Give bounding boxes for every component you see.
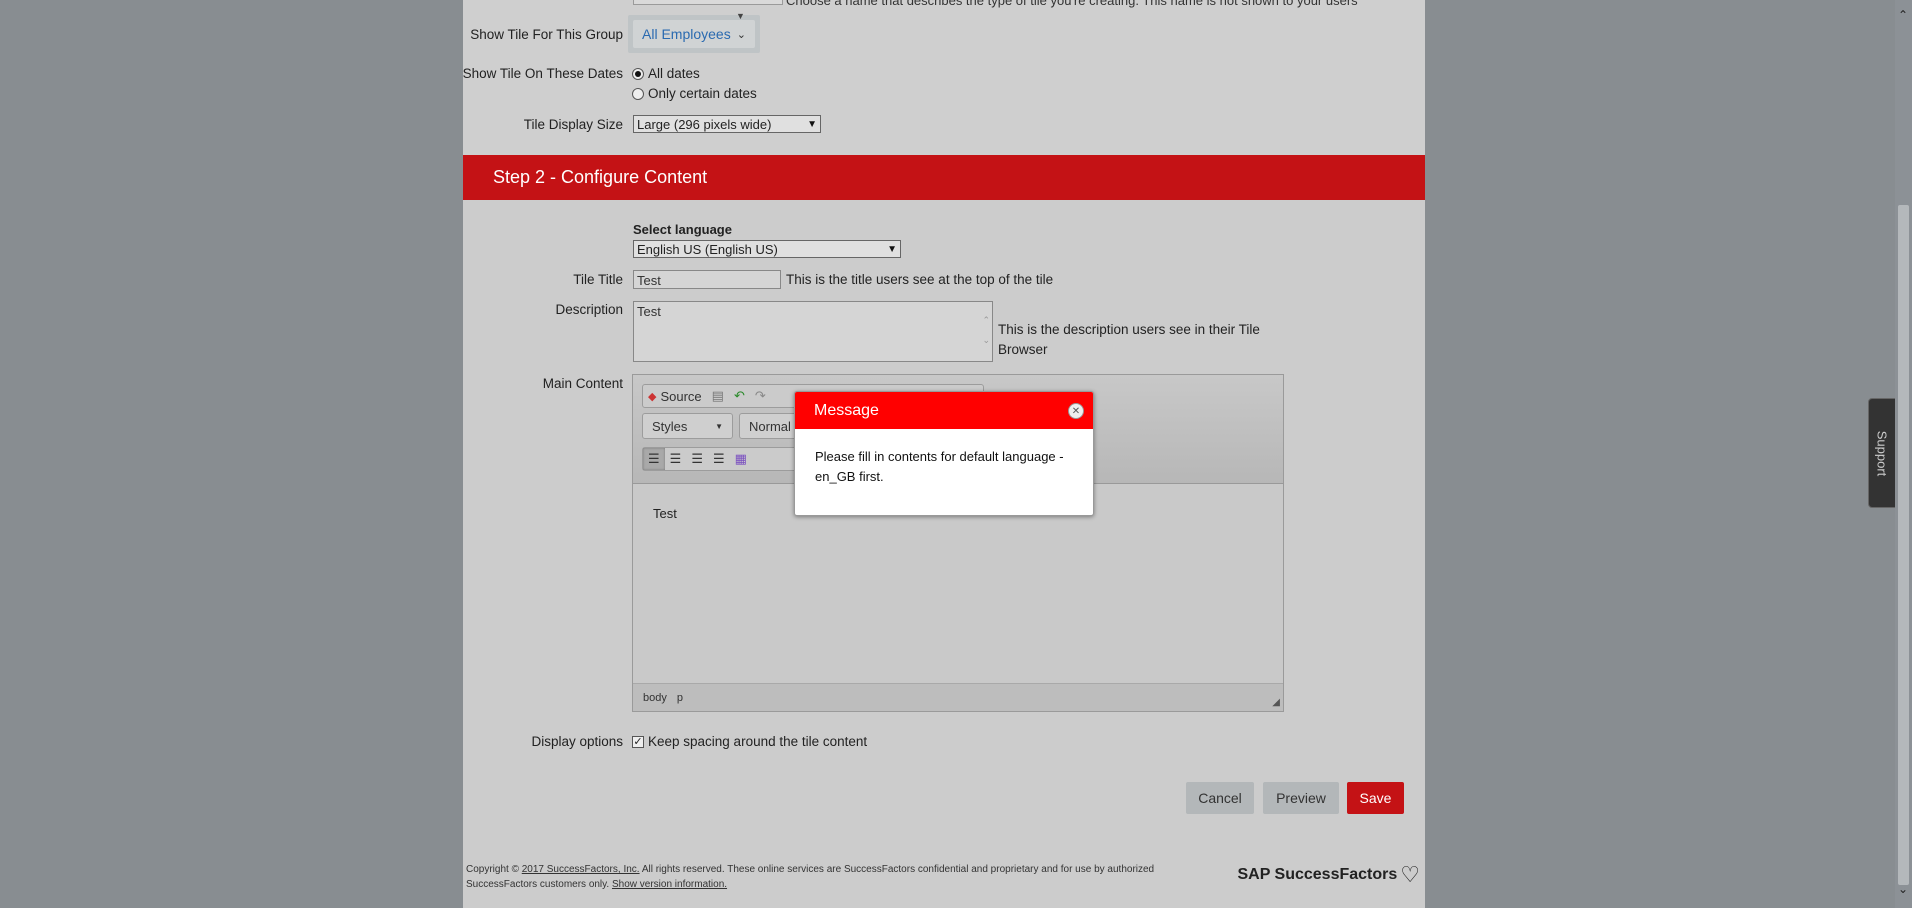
keep-spacing-checkbox[interactable]: ✓ Keep spacing around the tile content (632, 734, 867, 749)
scroll-down-icon[interactable]: ⌄ (1898, 882, 1908, 896)
radio-selected-icon[interactable] (632, 67, 644, 80)
cancel-button[interactable]: Cancel (1186, 782, 1254, 814)
size-select[interactable]: Large (296 pixels wide) ▼ (633, 115, 821, 133)
size-label: Tile Display Size (523, 117, 623, 132)
select-arrow-icon: ▼ (807, 118, 817, 130)
align-left-button[interactable]: ☰ (643, 448, 665, 470)
resize-handle-icon[interactable]: ◢ (1272, 697, 1280, 708)
dialog-header: Message ✕ (795, 392, 1093, 429)
caret-down-icon: ▼ (715, 421, 723, 431)
page-scrollbar[interactable]: ⌃ ⌄ (1895, 0, 1912, 908)
chevron-down-icon: ⌄ (736, 28, 746, 41)
path-body[interactable]: body (643, 692, 667, 704)
message-dialog: Message ✕ Please fill in contents for de… (794, 391, 1094, 516)
tile-title-label: Tile Title (573, 272, 623, 287)
sap-successfactors-logo: SAP SuccessFactors ♡ (1237, 862, 1420, 887)
align-justify-button[interactable]: ☰ (708, 448, 730, 470)
save-button[interactable]: Save (1347, 782, 1404, 814)
group-label: Show Tile For This Group (470, 27, 623, 42)
undo-icon: ↶ (733, 388, 745, 403)
preview-button[interactable]: Preview (1263, 782, 1339, 814)
tile-name-input[interactable] (633, 0, 783, 5)
display-options-label: Display options (531, 734, 623, 749)
group-value: All Employees (642, 26, 731, 42)
dialog-message-1: Please fill in contents for default lang… (815, 449, 1064, 464)
redo-icon: ↷ (754, 388, 766, 403)
document-icon: ▤ (711, 388, 724, 403)
textarea-scroll-icon[interactable]: ⌃ ⌄ (982, 310, 990, 350)
align-center-icon: ☰ (669, 451, 682, 466)
heart-icon: ♡ (1400, 862, 1420, 887)
main-content-label: Main Content (542, 376, 623, 391)
preview-doc-button[interactable]: ▤ (707, 385, 729, 407)
description-hint-1: This is the description users see in the… (998, 322, 1260, 337)
copyright-text: Copyright © 2017 SuccessFactors, Inc. Al… (466, 864, 1155, 890)
scroll-thumb[interactable] (1898, 205, 1909, 885)
source-button[interactable]: ◆ Source (643, 385, 707, 407)
source-icon: ◆ (648, 390, 657, 403)
company-link[interactable]: 2017 SuccessFactors, Inc. (522, 864, 640, 875)
close-icon[interactable]: ✕ (1068, 403, 1084, 419)
dates-label: Show Tile On These Dates (462, 66, 623, 81)
version-link[interactable]: Show version information. (612, 879, 727, 890)
radio-empty-icon[interactable] (632, 87, 644, 100)
dialog-message-2: en_GB first. (815, 469, 884, 484)
language-select[interactable]: English US (English US) ▼ (633, 240, 901, 258)
align-left-icon: ☰ (648, 451, 660, 466)
align-justify-icon: ☰ (712, 451, 725, 466)
step2-header: Step 2 - Configure Content (463, 155, 1425, 200)
editor-statusbar: body p (633, 683, 1283, 711)
align-right-button[interactable]: ☰ (686, 448, 708, 470)
table-icon: ▦ (734, 451, 747, 466)
description-hint-2: Browser (998, 342, 1048, 357)
select-arrow-icon: ▼ (887, 243, 897, 255)
checkbox-checked-icon[interactable]: ✓ (632, 735, 644, 748)
dialog-title: Message (814, 401, 879, 419)
radio-all-dates[interactable]: All dates (632, 66, 700, 81)
tile-name-hint: Choose a name that describes the type of… (786, 0, 1358, 8)
radio-certain-dates[interactable]: Only certain dates (632, 86, 757, 101)
align-center-button[interactable]: ☰ (665, 448, 687, 470)
styles-combo[interactable]: Styles ▼ (642, 413, 733, 439)
path-p[interactable]: p (677, 692, 683, 704)
description-label: Description (555, 302, 623, 317)
select-language-label: Select language (633, 222, 732, 237)
editor-content: Test (653, 506, 677, 521)
undo-button[interactable]: ↶ (729, 385, 750, 407)
tile-title-hint: This is the title users see at the top o… (786, 272, 1054, 287)
table-button[interactable]: ▦ (730, 448, 752, 470)
scroll-up-icon[interactable]: ⌃ (1898, 8, 1908, 22)
align-right-icon: ☰ (691, 451, 703, 466)
caret-down-icon: ▼ (736, 11, 745, 21)
tile-title-input[interactable]: Test (633, 270, 781, 289)
dialog-body: Please fill in contents for default lang… (795, 429, 1093, 505)
redo-button[interactable]: ↷ (750, 385, 771, 407)
description-textarea[interactable]: Test ⌃ ⌄ (633, 301, 993, 362)
support-tab[interactable]: Support (1868, 398, 1896, 508)
